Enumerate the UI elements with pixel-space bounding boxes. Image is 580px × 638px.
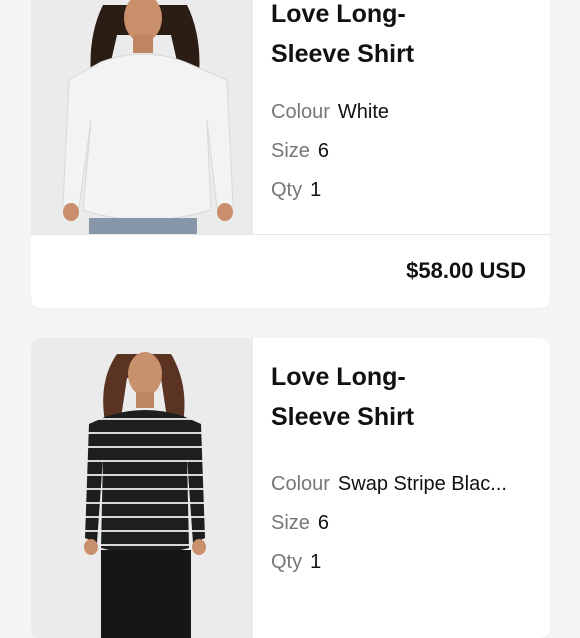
size-label: Size [271,140,310,162]
product-title-line1[interactable]: Love Long- [271,0,532,34]
size-row: Size 6 [271,132,532,171]
colour-value: White [337,101,390,123]
colour-label: Colour [271,473,330,495]
product-image-white-shirt[interactable] [31,0,253,235]
size-value: 6 [317,512,330,534]
size-row: Size 6 [271,504,532,543]
product-photo [31,338,253,638]
colour-value: Swap Stripe Blac... [337,473,507,495]
qty-label: Qty [271,551,303,573]
cart-item-card: Love Long- Sleeve Shirt Colour White Size… [31,0,550,308]
size-label: Size [271,512,310,534]
size-value: 6 [317,140,330,162]
cart-item-card: Love Long- Sleeve Shirt Colour Swap Strip… [31,338,550,638]
product-photo [31,0,253,235]
colour-label: Colour [271,101,330,123]
divider [31,234,550,235]
qty-row: Qty 1 [271,171,532,210]
product-title-line2[interactable]: Sleeve Shirt [271,34,532,74]
product-title-line2[interactable]: Sleeve Shirt [271,397,532,437]
item-details: Love Long- Sleeve Shirt Colour White Size… [271,0,532,210]
qty-label: Qty [271,179,303,201]
item-price: $58.00 USD [406,258,526,283]
product-image-striped-shirt[interactable] [31,338,253,638]
colour-row: Colour Swap Stripe Blac... [271,465,532,504]
qty-value: 1 [310,179,322,201]
item-details: Love Long- Sleeve Shirt Colour Swap Strip… [271,357,532,582]
product-title-line1[interactable]: Love Long- [271,357,532,397]
qty-value: 1 [310,551,322,573]
colour-row: Colour White [271,93,532,132]
qty-row: Qty 1 [271,543,532,582]
